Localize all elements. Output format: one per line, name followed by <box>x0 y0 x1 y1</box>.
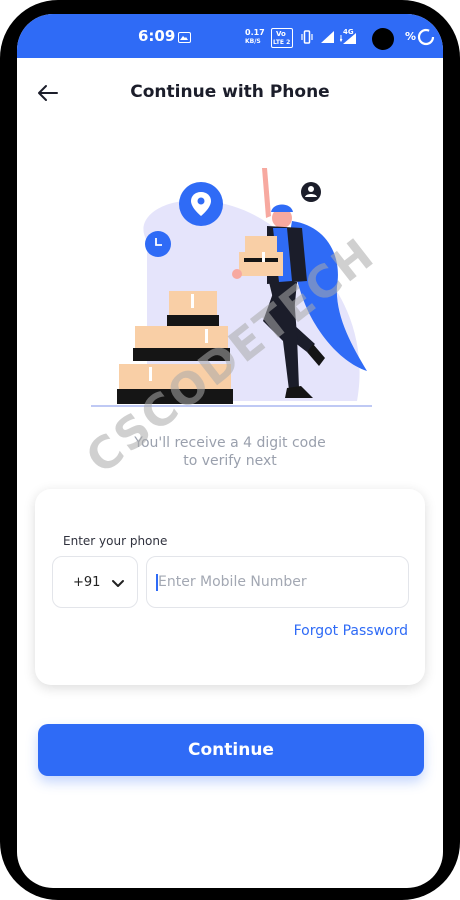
continue-button[interactable]: Continue <box>38 724 424 776</box>
user-icon <box>301 182 321 202</box>
location-pin-icon <box>179 182 223 226</box>
text-cursor <box>156 574 158 591</box>
verification-subtitle: You'll receive a 4 digit code to verify … <box>97 434 363 470</box>
vibrate-icon <box>301 30 313 44</box>
side-button-right <box>454 172 460 242</box>
forgot-password-link[interactable]: Forgot Password <box>294 623 408 639</box>
status-icons: 0.17 KB/S Vo LTE 2 4G % <box>245 26 435 48</box>
net-speed-value: 0.17 <box>245 28 265 37</box>
chevron-down-icon <box>112 580 124 587</box>
clock-icon <box>145 231 171 257</box>
phone-form-card: Enter your phone +91 Forgot Password <box>35 489 425 685</box>
subtitle-line-2: to verify next <box>183 453 277 469</box>
app-screen: 6:09 0.17 KB/S Vo LTE 2 4G % Continue wi… <box>17 14 443 888</box>
gallery-icon <box>178 32 191 43</box>
mobile-number-input[interactable] <box>146 556 409 608</box>
phone-label: Enter your phone <box>63 534 168 548</box>
signal-icon-2 <box>340 33 356 44</box>
country-code-select[interactable]: +91 <box>52 556 138 608</box>
volte-badge: Vo LTE 2 <box>271 28 293 48</box>
net-speed-unit: KB/S <box>245 38 261 45</box>
volte-top: Vo <box>276 30 286 38</box>
country-code-value: +91 <box>73 575 101 590</box>
status-time: 6:09 <box>138 27 176 45</box>
volte-bottom: LTE 2 <box>273 39 291 46</box>
battery-percent: % <box>405 30 417 43</box>
side-button-left-top <box>0 172 6 242</box>
subtitle-line-1: You'll receive a 4 digit code <box>134 435 326 451</box>
front-camera <box>372 28 394 50</box>
battery-icon <box>417 28 435 46</box>
app-header: Continue with Phone <box>17 58 443 128</box>
page-title: Continue with Phone <box>130 82 330 102</box>
delivery-illustration <box>91 168 372 407</box>
box-stack <box>117 291 233 404</box>
signal-icon-1 <box>321 31 334 43</box>
side-button-left-bottom <box>0 250 6 320</box>
status-bar: 6:09 0.17 KB/S Vo LTE 2 4G % <box>17 14 443 58</box>
